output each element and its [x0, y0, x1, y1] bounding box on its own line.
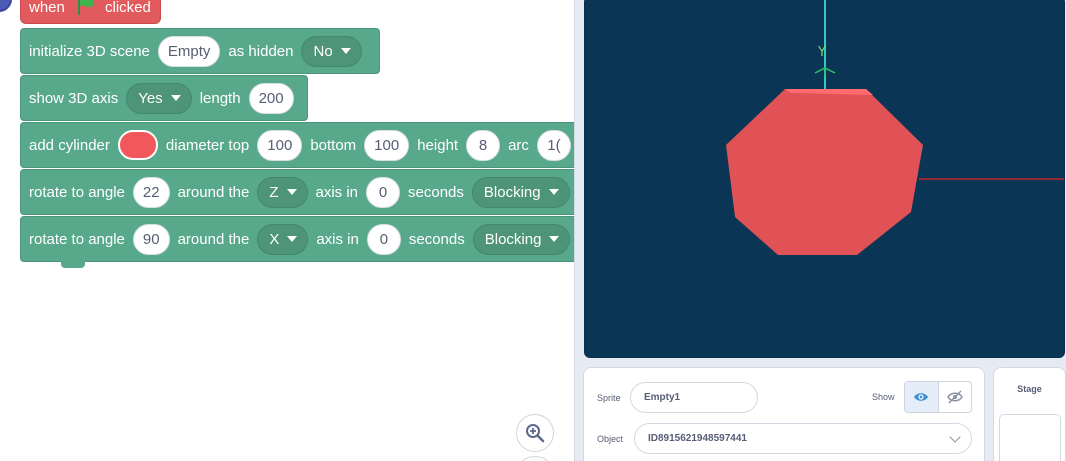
- script-workspace[interactable]: when clicked initialize 3D scene Empty a…: [0, 0, 576, 461]
- zoom-in-button[interactable]: [516, 414, 554, 452]
- sprite-label: Sprite: [597, 393, 621, 403]
- dropdown-value: Yes: [138, 89, 163, 107]
- extension-badge[interactable]: [0, 0, 12, 12]
- block-label: as hidden: [228, 42, 294, 60]
- initialize-3d-scene-block[interactable]: initialize 3D scene Empty as hidden No: [20, 28, 380, 74]
- caret-down-icon: [170, 95, 181, 101]
- block-label: bottom: [310, 136, 357, 154]
- axis-visible-dropdown[interactable]: Yes: [126, 82, 192, 114]
- caret-down-icon: [287, 236, 298, 242]
- caret-down-icon: [286, 189, 297, 195]
- hat-when-label: when: [29, 0, 65, 16]
- cylinder-mesh: [726, 89, 923, 255]
- scene-input[interactable]: Empty: [157, 35, 221, 67]
- when-flag-clicked-block[interactable]: when clicked: [20, 0, 161, 24]
- block-label: seconds: [408, 230, 465, 248]
- eye-slash-icon: [946, 390, 963, 404]
- 3d-scene-canvas: Y: [726, 0, 1064, 255]
- chevron-down-icon: [949, 431, 961, 443]
- sprite-name-input[interactable]: Empty1: [630, 382, 758, 413]
- dropdown-value: X: [269, 230, 280, 248]
- dropdown-value: Blocking: [484, 230, 542, 248]
- block-label: around the: [177, 183, 250, 201]
- object-select-value: ID8915621948597441: [648, 433, 747, 444]
- green-flag-icon: [78, 0, 93, 15]
- mode-dropdown[interactable]: Blocking: [472, 223, 571, 255]
- sprite-info-panel: Sprite Empty1 Show Object ID891562194859…: [583, 367, 985, 461]
- add-cylinder-block[interactable]: add cylinder diameter top 100 bottom 100…: [20, 122, 576, 168]
- hat-clicked-label: clicked: [105, 0, 151, 16]
- height-input[interactable]: 8: [466, 129, 501, 161]
- axis-dropdown[interactable]: X: [257, 223, 309, 255]
- hidden-dropdown[interactable]: No: [301, 35, 362, 67]
- show-toggle[interactable]: [904, 381, 972, 413]
- caret-down-icon: [548, 189, 559, 195]
- stage-selector[interactable]: Stage: [993, 367, 1066, 461]
- diameter-bottom-input[interactable]: 100: [364, 129, 410, 161]
- stage-thumbnail[interactable]: [999, 414, 1061, 461]
- zoom-in-icon: [526, 424, 545, 443]
- block-label: seconds: [408, 183, 464, 201]
- block-label: arc: [508, 136, 529, 154]
- block-bottom-notch: [61, 261, 85, 268]
- cylinder-color-picker[interactable]: [117, 130, 158, 160]
- block-label: axis in: [315, 183, 359, 201]
- show-hidden-button[interactable]: [939, 382, 972, 412]
- y-axis-label: Y: [817, 45, 826, 60]
- seconds-input[interactable]: 0: [366, 223, 401, 255]
- eye-icon: [914, 393, 929, 401]
- angle-input[interactable]: 90: [132, 223, 170, 255]
- block-label: length: [199, 89, 241, 107]
- show-visible-button[interactable]: [905, 382, 939, 412]
- show-3d-axis-block[interactable]: show 3D axis Yes length 200: [20, 75, 308, 121]
- rotate-to-angle-block-z[interactable]: rotate to angle 22 around the Z axis in …: [20, 169, 576, 215]
- stage-3d-view[interactable]: Y: [584, 0, 1065, 358]
- block-label: axis in: [316, 230, 359, 248]
- block-label: around the: [177, 230, 250, 248]
- block-label: height: [417, 136, 459, 154]
- y-axis-arrow-icon: [814, 67, 836, 77]
- show-label: Show: [872, 392, 895, 402]
- block-label: initialize 3D scene: [29, 42, 150, 60]
- axis-dropdown[interactable]: Z: [257, 176, 308, 208]
- caret-down-icon: [340, 48, 351, 54]
- caret-down-icon: [549, 236, 560, 242]
- block-label: show 3D axis: [29, 89, 119, 107]
- dropdown-value: No: [313, 42, 333, 60]
- axis-length-input[interactable]: 200: [248, 82, 294, 114]
- zoom-out-button[interactable]: [520, 456, 550, 461]
- block-label: rotate to angle: [29, 183, 125, 201]
- object-label: Object: [597, 434, 624, 444]
- arc-input[interactable]: 1(: [536, 129, 571, 161]
- rotate-to-angle-block-x[interactable]: rotate to angle 90 around the X axis in …: [20, 216, 576, 268]
- stage-tab-label: Stage: [1017, 384, 1042, 394]
- mode-dropdown[interactable]: Blocking: [471, 176, 570, 208]
- block-label: add cylinder: [29, 136, 110, 154]
- block-label: diameter top: [165, 136, 250, 154]
- block-label: rotate to angle: [29, 230, 125, 248]
- diameter-top-input[interactable]: 100: [257, 129, 303, 161]
- angle-input[interactable]: 22: [132, 176, 170, 208]
- dropdown-value: Z: [269, 183, 279, 201]
- seconds-input[interactable]: 0: [366, 176, 401, 208]
- dropdown-value: Blocking: [483, 183, 541, 201]
- object-select[interactable]: ID8915621948597441: [634, 423, 972, 454]
